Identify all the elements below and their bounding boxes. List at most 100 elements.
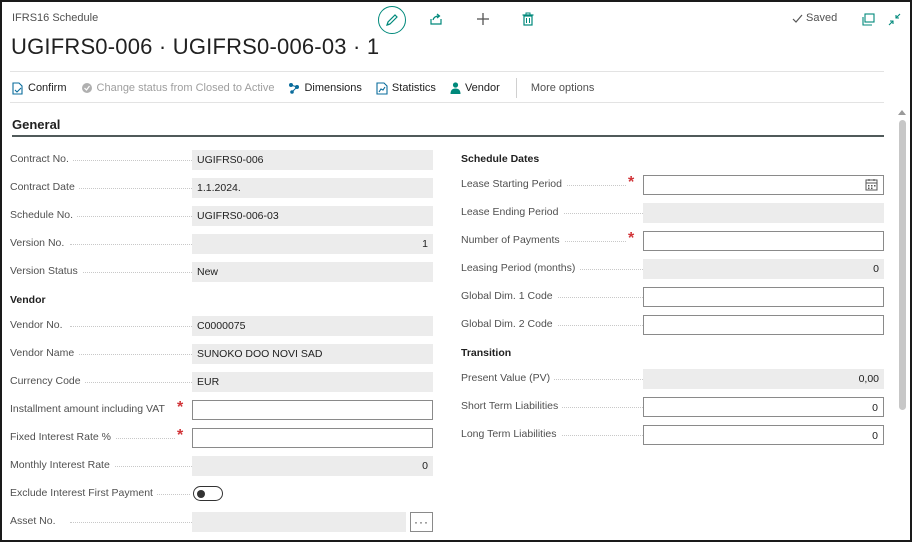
collapse-button[interactable]	[886, 11, 902, 27]
required-marker: *	[628, 174, 635, 191]
field-leader	[70, 382, 192, 383]
contract-date-value[interactable]: 1.1.2024.	[192, 178, 433, 198]
field-label: Fixed Interest Rate %	[10, 431, 115, 443]
statistics-icon	[376, 81, 388, 95]
monthly-interest-rate-value[interactable]: 0	[192, 456, 433, 476]
trash-icon	[522, 12, 534, 26]
field-label: Asset No.	[10, 515, 60, 527]
change-status-label: Change status from Closed to Active	[96, 82, 275, 94]
field-label: Vendor No.	[10, 319, 67, 331]
change-status-action[interactable]: Change status from Closed to Active	[81, 82, 275, 94]
document-check-icon	[12, 81, 23, 95]
field-label: Short Term Liabilities	[461, 400, 563, 412]
exclude-interest-toggle[interactable]	[193, 486, 223, 501]
asset-lookup-button[interactable]: ···	[410, 512, 433, 532]
field-lease-ending-period: Lease Ending Period	[461, 203, 885, 223]
person-icon	[450, 82, 461, 94]
required-marker: *	[177, 427, 184, 444]
lease-starting-period-input[interactable]	[643, 175, 884, 195]
saved-label: Saved	[806, 12, 838, 24]
field-leader	[70, 216, 192, 217]
field-present-value: Present Value (PV) 0,00	[461, 369, 885, 389]
present-value-value[interactable]: 0,00	[643, 369, 884, 389]
contract-no-value[interactable]: UGIFRS0-006	[192, 150, 433, 170]
field-label: Lease Ending Period	[461, 206, 563, 218]
field-schedule-no: Schedule No. UGIFRS0-006-03	[10, 206, 434, 226]
leasing-period-value[interactable]: 0	[643, 259, 884, 279]
vendor-action[interactable]: Vendor	[450, 82, 500, 94]
installment-amount-input[interactable]	[192, 400, 433, 420]
dimensions-label: Dimensions	[304, 82, 362, 94]
field-label: Monthly Interest Rate	[10, 459, 114, 471]
field-label: Currency Code	[10, 375, 85, 387]
plus-icon	[477, 13, 489, 25]
long-term-liabilities-input[interactable]: 0	[643, 425, 884, 445]
version-status-value[interactable]: New	[192, 262, 433, 282]
confirm-action[interactable]: Confirm	[12, 81, 67, 95]
edit-button[interactable]	[378, 6, 406, 34]
field-label: Leasing Period (months)	[461, 262, 580, 274]
vendor-name-value[interactable]: SUNOKO DOO NOVI SAD	[192, 344, 433, 364]
currency-code-value[interactable]: EUR	[192, 372, 433, 392]
field-label: Contract Date	[10, 181, 79, 193]
field-label: Contract No.	[10, 153, 73, 165]
more-options-action[interactable]: More options	[531, 82, 595, 94]
delete-button[interactable]	[519, 10, 537, 28]
share-button[interactable]	[427, 10, 445, 28]
statistics-action[interactable]: Statistics	[376, 81, 436, 95]
version-no-value[interactable]: 1	[192, 234, 433, 254]
vertical-scrollbar[interactable]	[899, 120, 906, 410]
field-short-term-liabilities: Short Term Liabilities 0	[461, 397, 885, 417]
field-vendor-no: Vendor No. C0000075	[10, 316, 434, 336]
field-global-dim1: Global Dim. 1 Code	[461, 287, 885, 307]
short-term-liabilities-input[interactable]: 0	[643, 397, 884, 417]
vendor-label: Vendor	[464, 82, 500, 94]
action-bar: Confirm Change status from Closed to Act…	[12, 77, 608, 99]
page-frame: IFRS16 Schedule UGIFRS0-006 · UGIFRS0-00…	[0, 0, 912, 542]
required-marker: *	[628, 230, 635, 247]
field-leader	[70, 354, 192, 355]
open-in-new-window-icon	[861, 12, 875, 26]
field-label: Exclude Interest First Payment	[10, 487, 157, 499]
asset-no-value[interactable]	[192, 512, 406, 532]
action-bar-divider	[10, 102, 884, 103]
calendar-icon[interactable]	[865, 178, 878, 191]
field-label: Vendor Name	[10, 347, 79, 359]
fixed-interest-rate-input[interactable]	[192, 428, 433, 448]
open-new-window-button[interactable]	[860, 11, 876, 27]
group-heading-vendor: Vendor	[10, 294, 46, 306]
scroll-up-arrow-icon[interactable]	[897, 108, 907, 116]
field-leasing-period: Leasing Period (months) 0	[461, 259, 885, 279]
new-button[interactable]	[474, 10, 492, 28]
header-divider	[10, 71, 884, 72]
schedule-no-value[interactable]: UGIFRS0-006-03	[192, 206, 433, 226]
field-installment-amount: Installment amount including VAT *	[10, 400, 434, 420]
field-global-dim2: Global Dim. 2 Code	[461, 315, 885, 335]
field-version-status: Version Status New	[10, 262, 434, 282]
field-label: Global Dim. 1 Code	[461, 290, 557, 302]
toggle-knob	[197, 489, 205, 498]
field-label: Version Status	[10, 265, 82, 277]
dimensions-action[interactable]: Dimensions	[288, 82, 362, 94]
global-dim2-input[interactable]	[643, 315, 884, 335]
share-icon	[430, 13, 442, 25]
number-of-payments-input[interactable]	[643, 231, 884, 251]
group-heading-schedule-dates: Schedule Dates	[461, 153, 540, 165]
confirm-label: Confirm	[28, 82, 67, 94]
field-lease-starting-period: Lease Starting Period *	[461, 175, 885, 195]
field-label: Present Value (PV)	[461, 372, 555, 384]
group-heading-transition: Transition	[461, 347, 512, 359]
field-label: Number of Payments	[461, 234, 564, 246]
global-dim1-input[interactable]	[643, 287, 884, 307]
pencil-icon	[386, 14, 398, 26]
field-label: Schedule No.	[10, 209, 78, 221]
saved-status: Saved	[792, 12, 837, 24]
field-contract-date: Contract Date 1.1.2024.	[10, 178, 434, 198]
field-contract-no: Contract No. UGIFRS0-006	[10, 150, 434, 170]
section-title-general: General	[12, 117, 61, 132]
lease-ending-period-value[interactable]	[643, 203, 884, 223]
vendor-no-value[interactable]: C0000075	[192, 316, 433, 336]
field-currency-code: Currency Code EUR	[10, 372, 434, 392]
field-long-term-liabilities: Long Term Liabilities 0	[461, 425, 885, 445]
field-monthly-interest-rate: Monthly Interest Rate 0	[10, 456, 434, 476]
